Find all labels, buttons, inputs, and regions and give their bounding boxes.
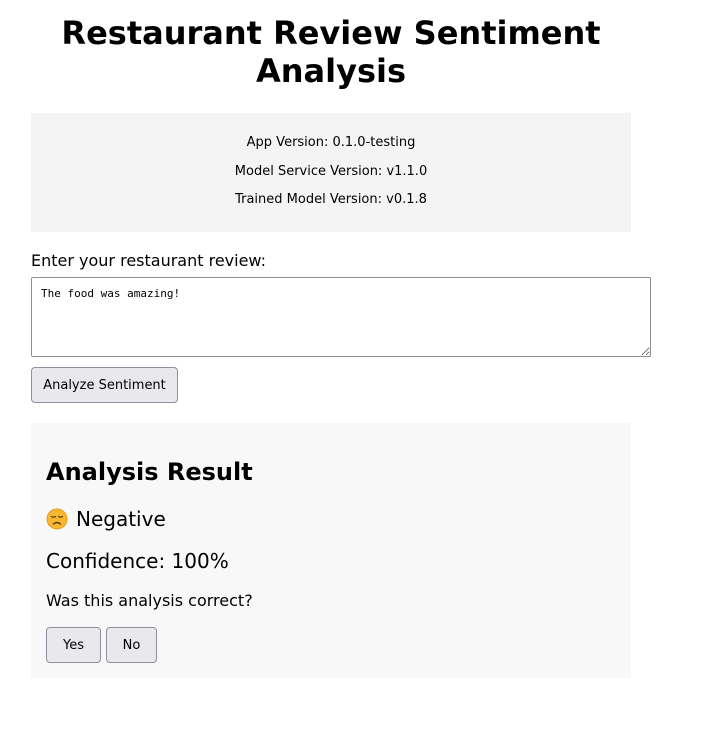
sentiment-label: Negative xyxy=(76,507,166,531)
trained-model-version-text: Trained Model Version: v0.1.8 xyxy=(235,192,427,207)
review-input-label: Enter your restaurant review: xyxy=(31,251,267,270)
sentiment-row: Negative xyxy=(46,507,166,531)
analyze-sentiment-button[interactable]: Analyze Sentiment xyxy=(31,367,178,403)
feedback-yes-button[interactable]: Yes xyxy=(46,627,101,663)
feedback-question: Was this analysis correct? xyxy=(46,591,253,610)
page-title: Restaurant Review Sentiment Analysis xyxy=(61,14,601,90)
app-container: Restaurant Review Sentiment Analysis App… xyxy=(31,0,651,678)
version-info-panel: App Version: 0.1.0-testing Model Service… xyxy=(31,113,631,232)
confidence-text: Confidence: 100% xyxy=(46,549,229,573)
analysis-result-panel: Analysis Result Negative Confidence: 100… xyxy=(31,423,631,678)
app-version-text: App Version: 0.1.0-testing xyxy=(246,135,416,150)
result-title: Analysis Result xyxy=(46,458,253,486)
model-service-version-text: Model Service Version: v1.1.0 xyxy=(234,163,428,179)
feedback-no-button[interactable]: No xyxy=(106,627,157,663)
disappointed-face-icon xyxy=(46,508,68,530)
review-textarea[interactable]: The food was amazing! xyxy=(31,277,651,357)
